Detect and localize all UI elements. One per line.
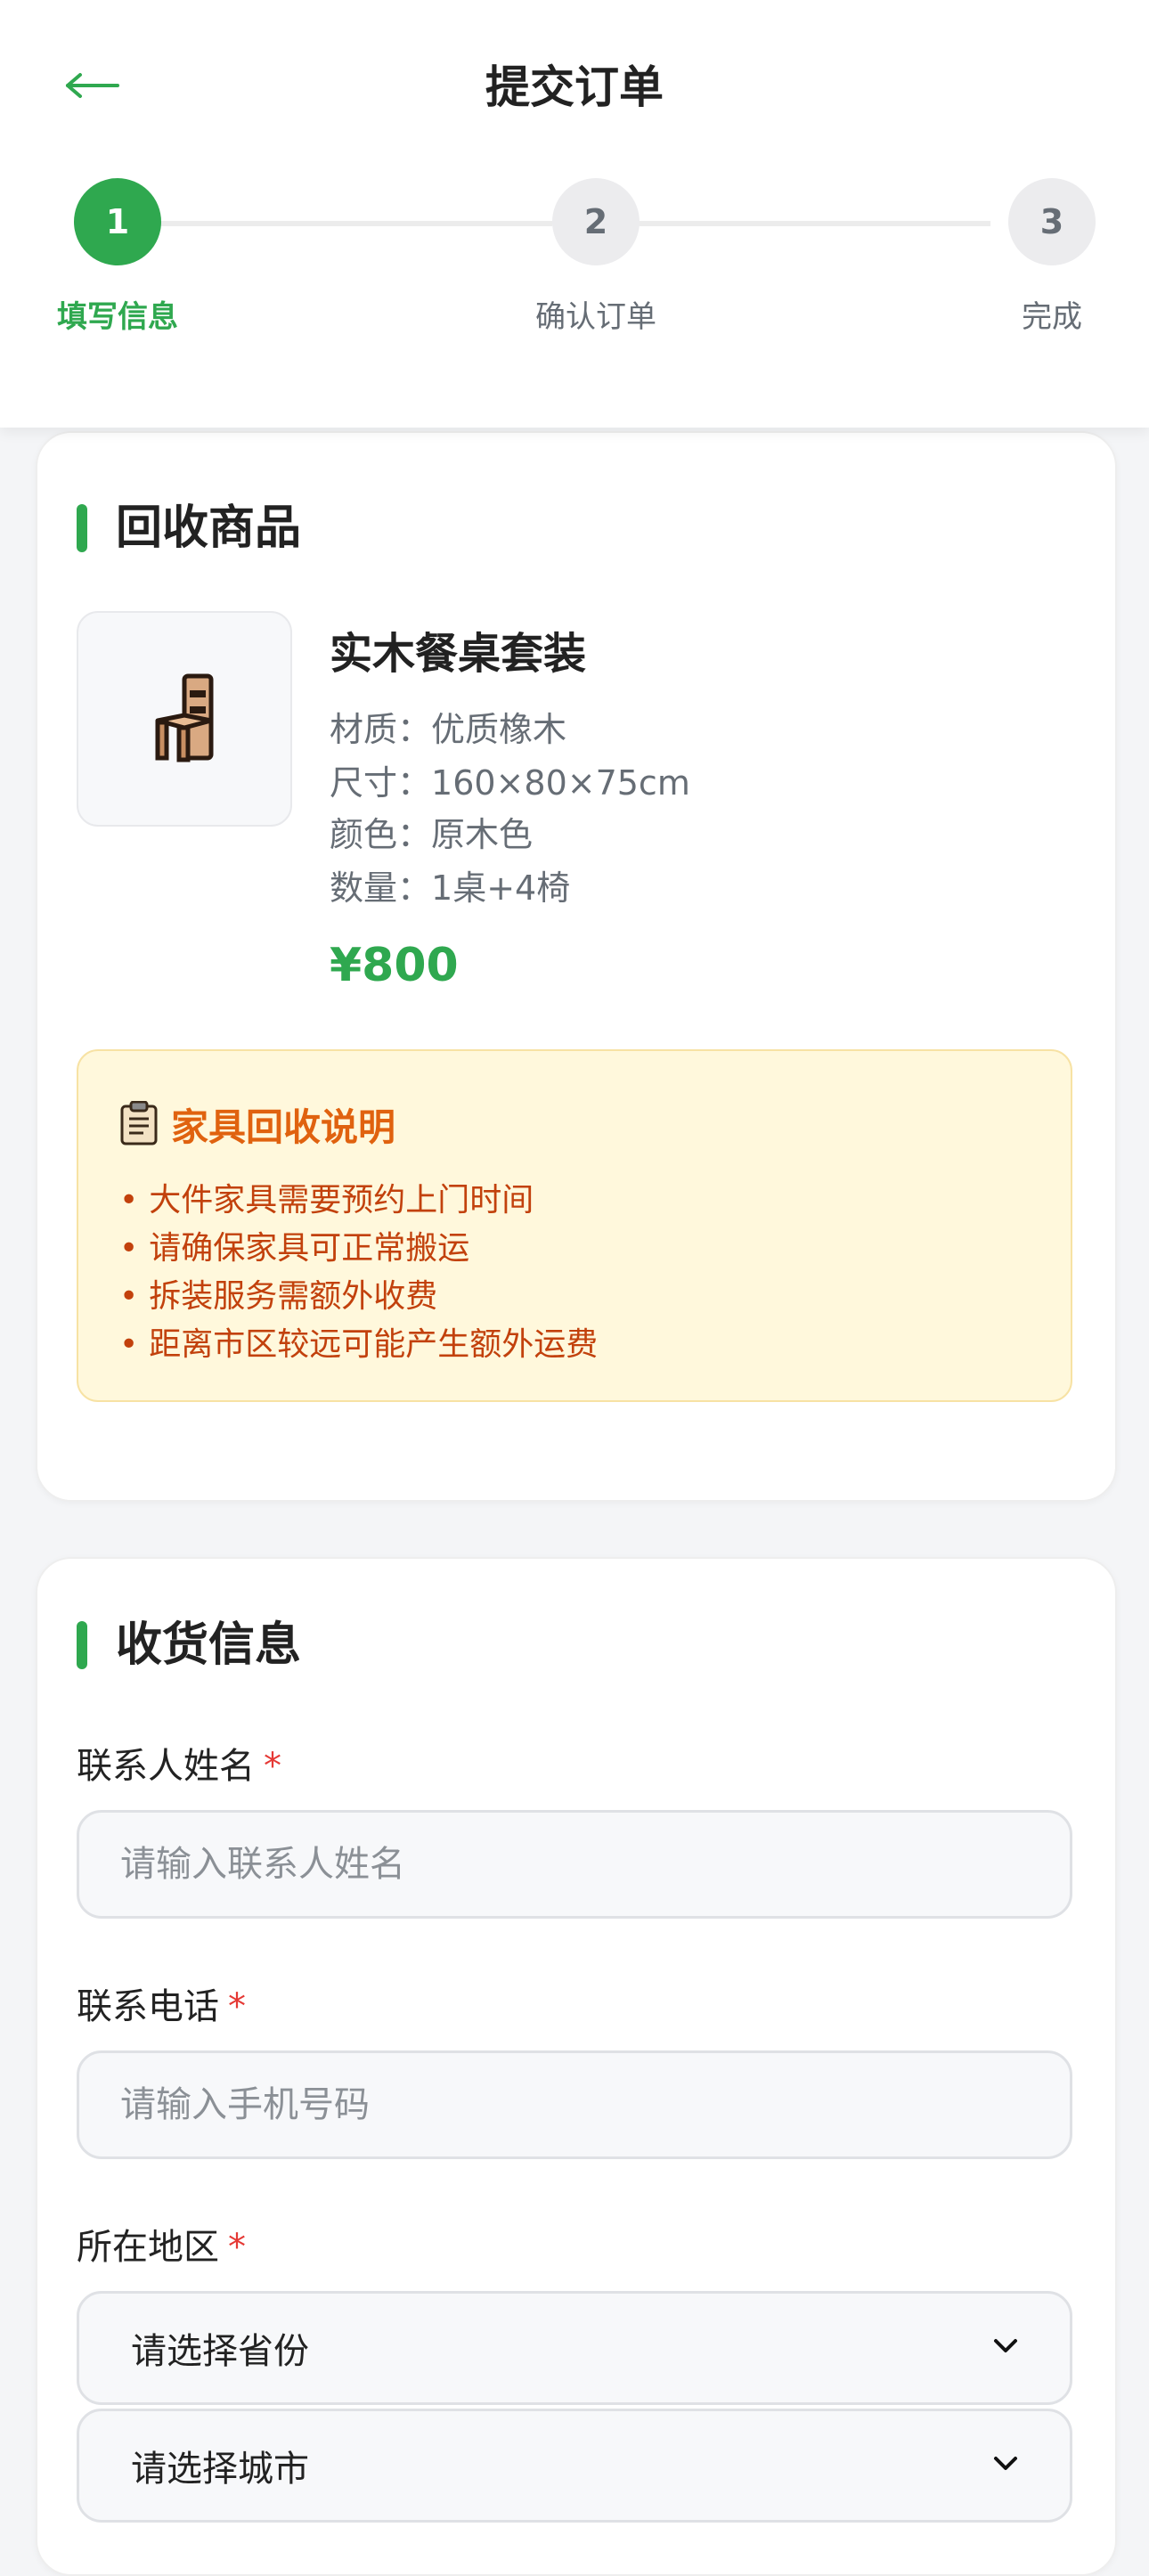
spec-key: 尺寸： — [330, 763, 432, 803]
spec-size: 尺寸：160×80×75cm — [330, 755, 690, 804]
step-2-label: 确认订单 — [535, 299, 656, 335]
notice-item: • 距离市区较远可能产生额外运费 — [119, 1318, 598, 1365]
step-2-circle: 2 — [552, 178, 640, 265]
section-title-shipping: 收货信息 — [77, 1614, 301, 1676]
notice-item-text: 大件家具需要预约上门时间 — [149, 1182, 534, 1219]
shipping-card: 收货信息 联系人姓名* 联系电话* 所在地区* 请选择省份 请选择城市 — [36, 1557, 1117, 2576]
step-connector — [160, 221, 552, 226]
step-3-label: 完成 — [1022, 299, 1082, 335]
label-text: 联系电话 — [77, 1986, 219, 2027]
clipboard-icon — [119, 1100, 159, 1149]
name-field-label: 联系人姓名 * — [77, 1737, 281, 1789]
chevron-down-icon — [993, 2456, 1018, 2475]
spec-key: 材质： — [330, 710, 432, 749]
required-mark: * — [228, 1986, 246, 2027]
required-mark: * — [264, 1746, 281, 1787]
step-connector — [638, 221, 990, 226]
bullet: • — [119, 1326, 139, 1363]
notice-header: 家具回收说明 — [119, 1097, 395, 1152]
spec-value: 1桌+4椅 — [431, 868, 571, 908]
recycle-notice: 家具回收说明 • 大件家具需要预约上门时间 • 请确保家具可正常搬运 • 拆装服务需额… — [77, 1049, 1072, 1402]
step-1-circle: 1 — [74, 178, 161, 265]
notice-item: • 大件家具需要预约上门时间 — [119, 1174, 534, 1220]
spec-value: 160×80×75cm — [431, 763, 690, 803]
progress-steps: 1 2 3 填写信息 确认订单 完成 — [0, 178, 1149, 356]
city-select-value: 请选择城市 — [131, 2449, 309, 2490]
province-select[interactable]: 请选择省份 — [77, 2291, 1072, 2405]
product-card: 回收商品 实木餐桌套装 材质：优质橡木 尺寸：160×80×75cm 颜色：原木… — [36, 431, 1117, 1502]
spec-quantity: 数量：1桌+4椅 — [330, 860, 570, 909]
product-image — [77, 611, 292, 827]
city-select[interactable]: 请选择城市 — [77, 2409, 1072, 2523]
section-title-product: 回收商品 — [77, 497, 301, 559]
spec-key: 颜色： — [330, 815, 432, 854]
notice-item-text: 请确保家具可正常搬运 — [149, 1230, 470, 1267]
spec-value: 优质橡木 — [431, 710, 567, 749]
spec-color: 颜色：原木色 — [330, 807, 533, 856]
province-select-value: 请选择省份 — [131, 2331, 309, 2372]
bullet: • — [119, 1230, 139, 1267]
chevron-down-icon — [993, 2338, 1018, 2358]
spec-value: 原木色 — [431, 815, 534, 854]
label-text: 所在地区 — [77, 2227, 219, 2268]
spec-material: 材质：优质橡木 — [330, 702, 566, 751]
step-3-circle: 3 — [1008, 178, 1096, 265]
contact-name-input[interactable] — [77, 1810, 1072, 1919]
spec-key: 数量： — [330, 868, 432, 908]
product-price: ¥800 — [330, 939, 459, 992]
phone-input[interactable] — [77, 2050, 1072, 2159]
chair-icon — [149, 671, 220, 767]
page-title: 提交订单 — [485, 61, 664, 113]
bullet: • — [119, 1182, 139, 1219]
notice-item-text: 拆装服务需额外收费 — [149, 1278, 438, 1315]
phone-field-label: 联系电话 * — [77, 1977, 246, 2029]
notice-item: • 拆装服务需额外收费 — [119, 1270, 437, 1317]
bullet: • — [119, 1278, 139, 1315]
region-field-label: 所在地区 * — [77, 2218, 246, 2270]
notice-item-text: 距离市区较远可能产生额外运费 — [149, 1326, 599, 1363]
step-1-label: 填写信息 — [57, 299, 178, 335]
label-text: 联系人姓名 — [77, 1746, 255, 1787]
notice-title: 家具回收说明 — [171, 1105, 396, 1149]
product-name: 实木餐桌套装 — [330, 629, 587, 679]
top-header: 提交订单 1 2 3 填写信息 确认订单 完成 — [0, 0, 1149, 428]
required-mark: * — [228, 2227, 246, 2268]
notice-item: • 请确保家具可正常搬运 — [119, 1222, 469, 1268]
